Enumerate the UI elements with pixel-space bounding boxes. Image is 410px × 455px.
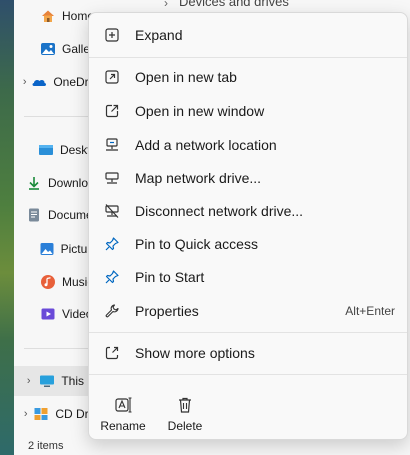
rename-button[interactable]: Rename [99, 395, 147, 435]
menu-item-map-network-drive[interactable]: Map network drive... [93, 162, 403, 194]
home-icon [40, 8, 56, 24]
menu-divider [89, 332, 407, 333]
rename-label: Rename [100, 419, 146, 433]
menu-item-expand[interactable]: Expand [93, 19, 403, 51]
gallery-icon [40, 41, 56, 57]
new-window-icon [103, 102, 121, 120]
menu-item-disconnect-network-drive[interactable]: Disconnect network drive... [93, 195, 403, 227]
address-path[interactable]: Devices and drives [179, 0, 289, 9]
disconnect-drive-icon [103, 202, 121, 220]
properties-shortcut: Alt+Enter [345, 304, 395, 318]
menu-item-open-new-window[interactable]: Open in new window [93, 95, 403, 127]
cd-drive-icon [33, 406, 49, 422]
download-icon [26, 175, 42, 191]
chevron-right-icon[interactable]: › [22, 408, 29, 420]
menu-item-show-more-options[interactable]: Show more options [93, 337, 403, 369]
network-location-icon [103, 136, 121, 154]
wrench-icon [103, 302, 121, 320]
desktop-icon [38, 142, 54, 158]
videos-icon [40, 306, 56, 322]
delete-button[interactable]: Delete [161, 395, 209, 435]
path-chevron-icon: › [164, 0, 168, 10]
map-drive-icon [103, 169, 121, 187]
status-text: 2 items [28, 440, 64, 452]
menu-item-properties[interactable]: Properties Alt+Enter [93, 295, 403, 327]
menu-divider [89, 374, 407, 375]
menu-item-add-network-location[interactable]: Add a network location [93, 129, 403, 161]
this-pc-icon [39, 373, 55, 389]
pin-icon [103, 235, 121, 253]
menu-item-open-new-tab[interactable]: Open in new tab [93, 61, 403, 93]
pin-icon [103, 268, 121, 286]
trash-icon [175, 395, 195, 415]
pictures-icon [39, 241, 55, 257]
context-menu: Expand Open in new tab Open in new windo… [88, 12, 408, 440]
onedrive-icon [31, 74, 47, 90]
menu-item-pin-start[interactable]: Pin to Start [93, 261, 403, 293]
desktop-wallpaper-strip [0, 0, 14, 455]
rename-icon [113, 395, 133, 415]
documents-icon [26, 207, 42, 223]
music-icon [40, 274, 56, 290]
delete-label: Delete [167, 419, 203, 433]
new-tab-icon [103, 68, 121, 86]
chevron-right-icon[interactable]: › [22, 375, 35, 387]
expand-icon [103, 26, 121, 44]
chevron-right-icon[interactable]: › [22, 76, 27, 88]
more-options-icon [103, 344, 121, 362]
menu-divider [89, 57, 407, 58]
menu-item-pin-quick-access[interactable]: Pin to Quick access [93, 228, 403, 260]
